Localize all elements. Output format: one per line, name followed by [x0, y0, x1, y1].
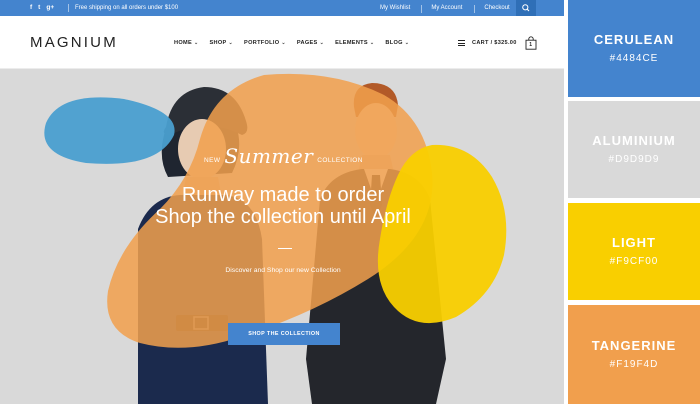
chevron-down-icon: ⌄: [193, 40, 199, 46]
divider: [474, 5, 476, 13]
headline-line-2: Shop the collection until April: [155, 206, 411, 228]
chevron-down-icon: ⌄: [404, 40, 410, 46]
chevron-down-icon: ⌄: [369, 40, 375, 46]
hero-subline: Discover and Shop our new Collection: [225, 267, 341, 274]
nav-pages[interactable]: PAGES ⌄: [297, 40, 324, 46]
shopping-bag-icon[interactable]: 1: [525, 36, 537, 50]
account-links: My Wishlist My Account Checkout: [380, 5, 510, 13]
nav-label: SHOP: [209, 40, 227, 46]
chevron-down-icon: ⌄: [319, 40, 325, 46]
my-account-link[interactable]: My Account: [431, 5, 462, 13]
color-palette: CERULEAN #4484CE ALUMINIUM #D9D9D9 LIGHT…: [568, 0, 700, 404]
swatch-name: LIGHT: [612, 234, 656, 250]
chevron-down-icon: ⌄: [228, 40, 234, 46]
menu-icon[interactable]: [458, 40, 465, 46]
nav-label: HOME: [174, 40, 192, 46]
chevron-down-icon: ⌄: [281, 40, 286, 46]
swatch-hex: #D9D9D9: [608, 153, 660, 165]
cart-area: CART / $325.00 1: [458, 36, 537, 50]
swatch-tangerine: TANGERINE #F19F4D: [568, 305, 700, 404]
nav-label: PORTFOLIO: [244, 40, 280, 46]
blue-blob: [44, 97, 175, 164]
search-button[interactable]: [516, 0, 536, 16]
nav-blog[interactable]: BLOG ⌄: [385, 40, 409, 46]
swatch-name: CERULEAN: [593, 31, 675, 47]
hero-banner: NEW Summer COLLECTION Runway made to ord…: [0, 69, 564, 404]
divider: [278, 248, 292, 249]
swatch-cerulean: CERULEAN #4484CE: [568, 0, 700, 97]
search-icon: [522, 4, 530, 12]
cart-link[interactable]: CART / $325.00: [472, 40, 517, 46]
site-header: MAGNIUM HOME ⌄ SHOP ⌄ PORTFOLIO ⌄ PAGES ⌄ EL…: [0, 16, 564, 69]
headline-line-1: Runway made to order: [181, 184, 385, 206]
nav-label: ELEMENTS: [335, 40, 368, 46]
nav-elements[interactable]: ELEMENTS ⌄: [335, 40, 374, 46]
twitter-icon[interactable]: t: [38, 4, 40, 12]
hero-artwork: [44, 73, 507, 404]
wishlist-link[interactable]: My Wishlist: [380, 5, 410, 13]
divider: [421, 5, 423, 13]
top-bar: f t g+ Free shipping on all orders under…: [0, 0, 564, 16]
swatch-name: TANGERINE: [591, 337, 677, 353]
nav-label: BLOG: [385, 40, 403, 46]
kicker-new: NEW: [204, 157, 221, 164]
swatch-aluminium: ALUMINIUM #D9D9D9: [568, 101, 700, 198]
swatch-hex: #4484CE: [609, 52, 659, 64]
divider: [68, 4, 69, 12]
social-links: f t g+: [30, 4, 54, 12]
swatch-hex: #F9CF00: [609, 255, 659, 267]
google-plus-icon[interactable]: g+: [46, 4, 54, 12]
nav-portfolio[interactable]: PORTFOLIO ⌄: [244, 40, 286, 46]
swatch-light: LIGHT #F9CF00: [568, 203, 700, 300]
facebook-icon[interactable]: f: [30, 4, 32, 12]
shop-collection-button[interactable]: SHOP THE COLLECTION: [228, 323, 340, 345]
kicker-collection: COLLECTION: [317, 157, 363, 164]
collection-kicker: NEW Summer COLLECTION: [204, 144, 363, 168]
site-logo[interactable]: MAGNIUM: [30, 35, 118, 51]
kicker-script: Summer: [224, 144, 314, 168]
cart-count-badge: 1: [529, 42, 533, 48]
shipping-notice: Free shipping on all orders under $100: [75, 5, 179, 11]
checkout-link[interactable]: Checkout: [484, 5, 509, 13]
nav-shop[interactable]: SHOP ⌄: [209, 40, 233, 46]
website-mockup: f t g+ Free shipping on all orders under…: [0, 0, 564, 404]
nav-label: PAGES: [296, 40, 318, 46]
swatch-name: ALUMINIUM: [592, 132, 676, 148]
main-nav: HOME ⌄ SHOP ⌄ PORTFOLIO ⌄ PAGES ⌄ ELEMENTS ⌄ …: [174, 40, 420, 46]
nav-home[interactable]: HOME ⌄: [174, 40, 198, 46]
hero-headline: Runway made to order Shop the collection…: [0, 184, 564, 228]
swatch-hex: #F19F4D: [609, 358, 659, 370]
